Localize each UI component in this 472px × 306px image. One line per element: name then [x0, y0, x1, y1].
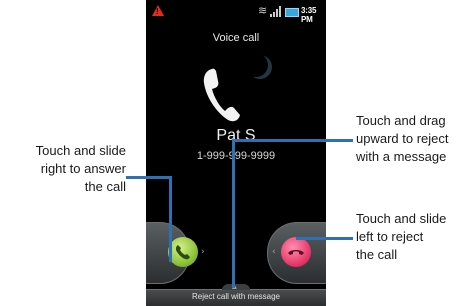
- signal-icon: [270, 6, 282, 17]
- callout-reject: Touch and slide left to reject the call: [356, 210, 472, 264]
- warning-mark: !: [156, 7, 159, 16]
- callout-line: the call: [84, 179, 126, 194]
- chevron-left-icon: ‹: [272, 247, 276, 257]
- callout-line: upward to reject: [356, 131, 449, 146]
- caller-phone-icon: [203, 68, 240, 122]
- reject-with-message-label: Reject call with message: [191, 292, 281, 301]
- callout-answer-line: [126, 176, 171, 179]
- callout-line: the call: [356, 247, 398, 262]
- caller-number: 1-999-999-9999: [196, 150, 276, 162]
- phone-answer-icon: [175, 245, 190, 260]
- callout-reject-message: Touch and drag upward to reject with a m…: [356, 112, 472, 166]
- callout-reject-message-line: [232, 139, 353, 142]
- wifi-icon: ≋: [258, 4, 268, 17]
- phone-screen: ! ≋ 3:35 PM Voice call Pat S 1-999-999-9…: [146, 0, 326, 306]
- callout-answer-line-vertical: [169, 176, 172, 262]
- caller-name: Pat S: [216, 127, 256, 144]
- battery-icon: [285, 8, 299, 17]
- status-time: 3:35 PM: [301, 6, 317, 24]
- callout-line: Touch and slide: [35, 143, 126, 158]
- callout-line: Touch and slide: [356, 211, 447, 226]
- callout-line: with a message: [356, 149, 447, 164]
- status-bar: ! ≋ 3:35 PM: [146, 0, 326, 24]
- answer-call-button[interactable]: [168, 237, 198, 267]
- callout-reject-message-line-vertical: [232, 139, 235, 288]
- callout-line: left to reject: [356, 229, 424, 244]
- call-title: Voice call: [212, 32, 260, 44]
- callout-line: right to answer: [40, 161, 126, 176]
- reject-call-button[interactable]: [281, 237, 311, 267]
- crescent-decoration-icon: [244, 53, 268, 77]
- callout-answer: Touch and slide right to answer the call: [6, 142, 126, 196]
- phone-hangup-icon: [288, 250, 304, 255]
- callout-line: Touch and drag: [356, 113, 446, 128]
- callout-reject-line: [296, 237, 353, 240]
- chevron-right-icon: ›: [201, 247, 205, 257]
